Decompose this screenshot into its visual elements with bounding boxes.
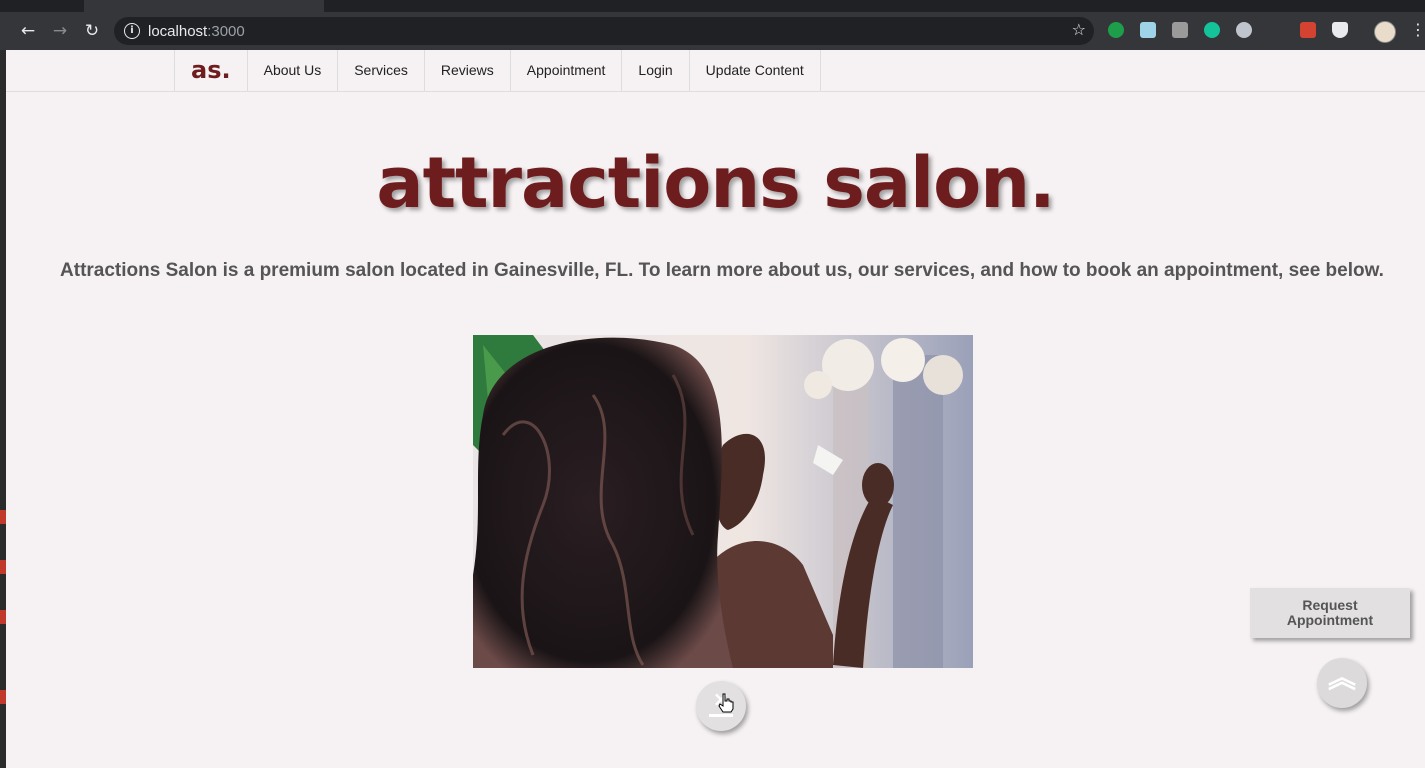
- logo[interactable]: as.: [175, 50, 248, 91]
- hand-cursor-icon: [718, 693, 734, 713]
- nav-appointment[interactable]: Appointment: [511, 50, 623, 91]
- browser-toolbar: ← → ↻ i localhost:3000 ☆ ⋮: [0, 12, 1425, 50]
- bookmark-star-icon[interactable]: ☆: [1072, 20, 1086, 39]
- menu-icon[interactable]: ⋮: [1410, 20, 1425, 39]
- nav-update-content[interactable]: Update Content: [690, 50, 821, 91]
- address-bar[interactable]: i localhost:3000 ☆: [114, 17, 1094, 45]
- request-label-line2: Appointment: [1286, 612, 1374, 628]
- extension-sd-icon[interactable]: [1268, 22, 1284, 38]
- nav-about-us[interactable]: About Us: [248, 50, 339, 91]
- double-chevron-up-icon: ︽: [1327, 661, 1356, 694]
- info-icon[interactable]: i: [124, 23, 140, 39]
- hero-tagline: Attractions Salon is a premium salon loc…: [60, 260, 1384, 281]
- nav-reviews[interactable]: Reviews: [425, 50, 511, 91]
- forward-icon[interactable]: →: [49, 20, 71, 42]
- extension-green-icon[interactable]: [1108, 22, 1124, 38]
- site-navbar: as. About Us Services Reviews Appointmen…: [6, 50, 1425, 92]
- reload-icon[interactable]: ↻: [81, 20, 103, 42]
- scroll-to-top-button[interactable]: ︽: [1317, 658, 1367, 708]
- hero-title: attractions salon.: [376, 142, 1055, 224]
- nav-list: as. About Us Services Reviews Appointmen…: [174, 50, 821, 91]
- nav-services[interactable]: Services: [338, 50, 425, 91]
- page-viewport: as. About Us Services Reviews Appointmen…: [6, 50, 1425, 768]
- profile-avatar[interactable]: [1374, 21, 1396, 43]
- hero-photo: [473, 335, 973, 668]
- extension-gray-icon[interactable]: [1172, 22, 1188, 38]
- url-text[interactable]: localhost:3000: [148, 23, 245, 40]
- nav-login[interactable]: Login: [622, 50, 690, 91]
- extension-red-icon[interactable]: [1300, 22, 1316, 38]
- extension-blue-icon[interactable]: [1140, 22, 1156, 38]
- scroll-bar-icon: [709, 714, 733, 717]
- back-icon[interactable]: ←: [17, 20, 39, 42]
- tab-inactive[interactable]: [330, 0, 570, 12]
- url-port: :3000: [207, 23, 245, 40]
- request-appointment-button[interactable]: Request Appointment: [1250, 588, 1410, 638]
- grammarly-icon[interactable]: [1204, 22, 1220, 38]
- url-host: localhost: [148, 23, 208, 40]
- request-label-line1: Request: [1302, 597, 1358, 613]
- shield-icon[interactable]: [1332, 22, 1348, 38]
- hero-photo-illustration: [473, 335, 973, 668]
- tab-active[interactable]: [84, 0, 324, 12]
- extension-badge-icon[interactable]: [1236, 22, 1252, 38]
- tab-strip: [0, 0, 1425, 12]
- browser-chrome: ← → ↻ i localhost:3000 ☆ ⋮: [0, 0, 1425, 50]
